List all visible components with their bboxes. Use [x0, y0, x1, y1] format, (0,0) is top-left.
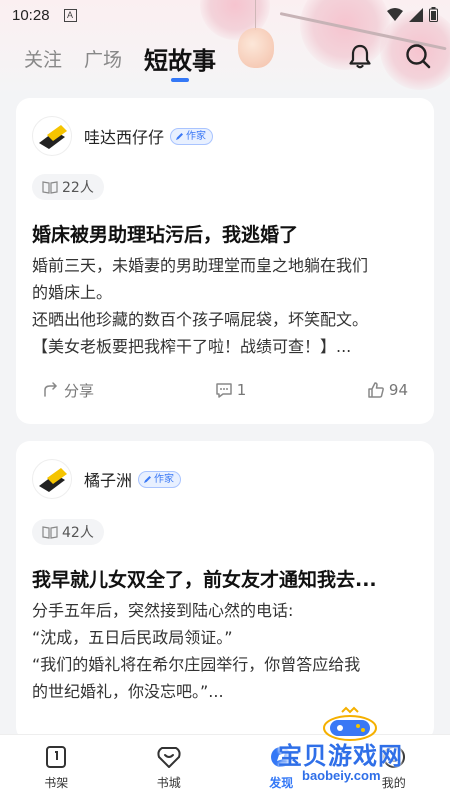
author-badge: 作家 [170, 127, 214, 145]
tab-square[interactable]: 广场 [84, 45, 122, 80]
avatar-logo-icon [39, 125, 67, 149]
nav-label: 我的 [381, 776, 406, 790]
author-badge: 作家 [138, 470, 182, 488]
like-button[interactable]: 94 [367, 378, 408, 402]
share-icon [44, 382, 58, 397]
avatar[interactable] [32, 116, 72, 156]
lantern-decoration [238, 28, 274, 68]
author-name[interactable]: 哇达西仔仔 [84, 124, 164, 148]
battery-icon [429, 7, 438, 22]
author-name[interactable]: 橘子洲 [84, 467, 132, 491]
excerpt-line: 【美女老板要把我榨干了啦！战绩可查！】... [32, 337, 352, 356]
status-icons [387, 7, 438, 22]
profile-icon [382, 746, 405, 768]
thumbs-up-icon [368, 382, 384, 398]
excerpt-line: “沈成，五日后民政局领证。” [32, 628, 233, 647]
excerpt-line: 婚前三天，未婚妻的男助理堂而皇之地躺在我们 [32, 256, 369, 275]
comment-button[interactable]: 1 [215, 378, 247, 402]
read-count-value: 42人 [62, 525, 94, 541]
pen-icon [176, 132, 184, 140]
story-card[interactable]: 橘子洲 作家 42人 我早就儿女双全了，前女友才通知我去... 分手五年后，突然… [16, 441, 434, 741]
story-excerpt: 分手五年后，突然接到陆心然的电话: “沈成，五日后民政局领证。” “我们的婚礼将… [32, 597, 414, 705]
bookstore-icon [157, 747, 181, 768]
story-actions: 分享 1 94 [16, 378, 434, 402]
bottom-nav: 书架 书城 发现 我的 [0, 734, 450, 800]
status-bar: 10:28 A [0, 0, 450, 30]
excerpt-line: 分手五年后，突然接到陆心然的电话: [32, 601, 294, 620]
excerpt-line: “我们的婚礼将在希尔庄园举行，你曾答应给我 [32, 655, 361, 674]
excerpt-line: 的婚床上。 [32, 283, 113, 302]
wifi-icon [387, 7, 403, 21]
nav-bookshelf[interactable]: 书架 [0, 735, 113, 800]
tab-following[interactable]: 关注 [24, 45, 62, 80]
story-title[interactable]: 我早就儿女双全了，前女友才通知我去... [32, 565, 418, 592]
header-tabs: 关注 广场 短故事 [24, 40, 216, 80]
notification-icon: A [63, 8, 77, 22]
bell-icon[interactable] [346, 42, 374, 70]
comment-icon [215, 383, 232, 398]
badge-label: 作家 [154, 473, 175, 485]
read-count-value: 22人 [62, 180, 94, 196]
badge-label: 作家 [186, 130, 207, 142]
avatar[interactable] [32, 459, 72, 499]
author-row: 哇达西仔仔 作家 [32, 116, 214, 156]
bookshelf-icon [46, 746, 67, 768]
book-open-icon [42, 526, 58, 539]
nav-label: 书城 [156, 776, 181, 790]
excerpt-line: 还晒出他珍藏的数百个孩子嗝屁袋，坏笑配文。 [32, 310, 369, 329]
pen-icon [144, 475, 152, 483]
nav-discover[interactable]: 发现 [225, 735, 338, 800]
signal-icon [409, 7, 423, 22]
search-icon[interactable] [404, 42, 432, 70]
comment-count: 1 [236, 381, 247, 399]
excerpt-line: 的世纪婚礼，你没忘吧。”... [32, 682, 224, 701]
read-count: 42人 [32, 519, 104, 545]
read-count: 22人 [32, 174, 104, 200]
story-excerpt: 婚前三天，未婚妻的男助理堂而皇之地躺在我们 的婚床上。 还晒出他珍藏的数百个孩子… [32, 252, 414, 360]
discover-icon [271, 747, 292, 767]
nav-label: 发现 [269, 776, 294, 790]
nav-label: 书架 [44, 776, 69, 790]
author-row: 橘子洲 作家 [32, 459, 182, 499]
status-time: 10:28 [12, 6, 50, 24]
tab-short-stories[interactable]: 短故事 [144, 41, 216, 80]
avatar-logo-icon [39, 468, 67, 492]
nav-bookstore[interactable]: 书城 [113, 735, 226, 800]
header-actions [346, 42, 432, 70]
share-button[interactable]: 分享 [42, 378, 94, 402]
story-card[interactable]: 哇达西仔仔 作家 22人 婚床被男助理玷污后，我逃婚了 婚前三天，未婚妻的男助理… [16, 98, 434, 424]
nav-profile[interactable]: 我的 [338, 735, 450, 800]
book-open-icon [42, 181, 58, 194]
like-count: 94 [388, 381, 408, 399]
story-title[interactable]: 婚床被男助理玷污后，我逃婚了 [32, 220, 418, 247]
share-label: 分享 [64, 381, 95, 400]
